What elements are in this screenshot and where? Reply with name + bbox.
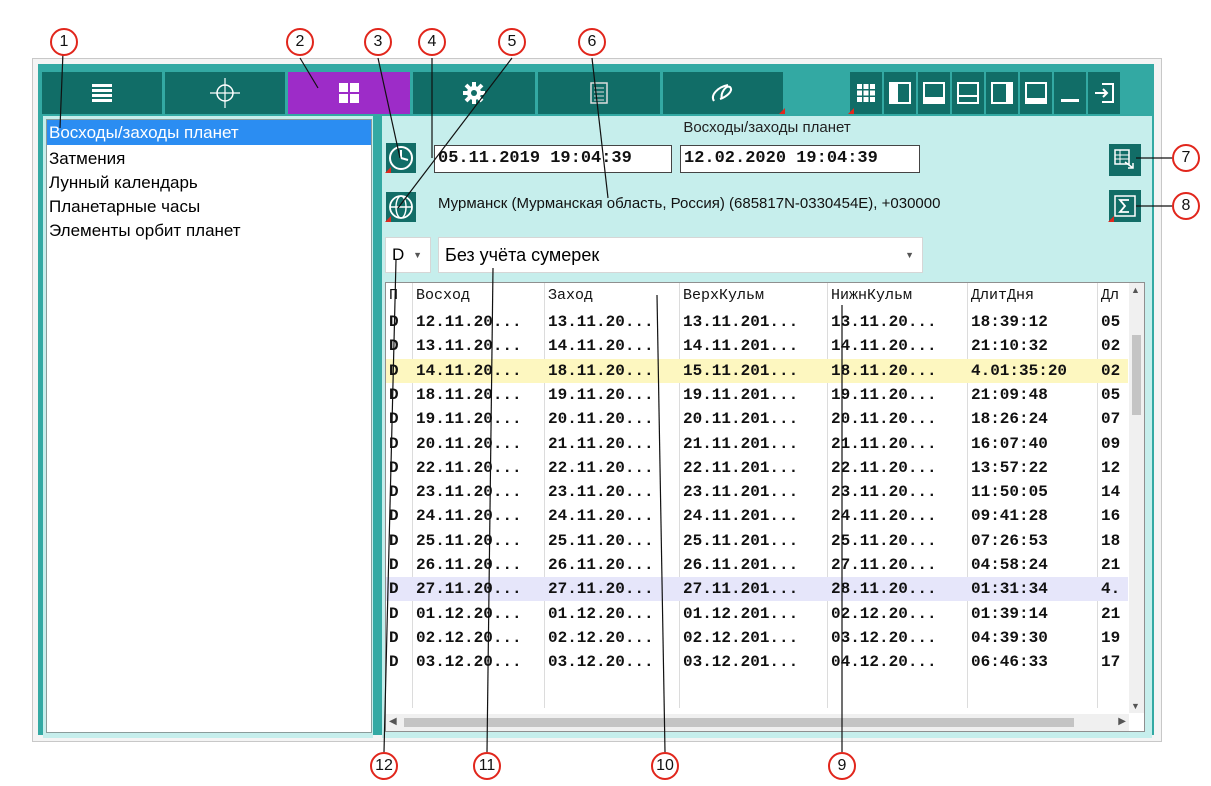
callout-9: 9 <box>828 752 856 780</box>
callout-1: 1 <box>50 28 78 56</box>
callout-4: 4 <box>418 28 446 56</box>
callout-10: 10 <box>651 752 679 780</box>
callout-12: 12 <box>370 752 398 780</box>
callout-3: 3 <box>364 28 392 56</box>
callout-11: 11 <box>473 752 501 780</box>
callout-8: 8 <box>1172 192 1200 220</box>
callout-lines <box>59 51 1172 753</box>
callout-7: 7 <box>1172 144 1200 172</box>
callout-2: 2 <box>286 28 314 56</box>
callout-5: 5 <box>498 28 526 56</box>
callout-6: 6 <box>578 28 606 56</box>
